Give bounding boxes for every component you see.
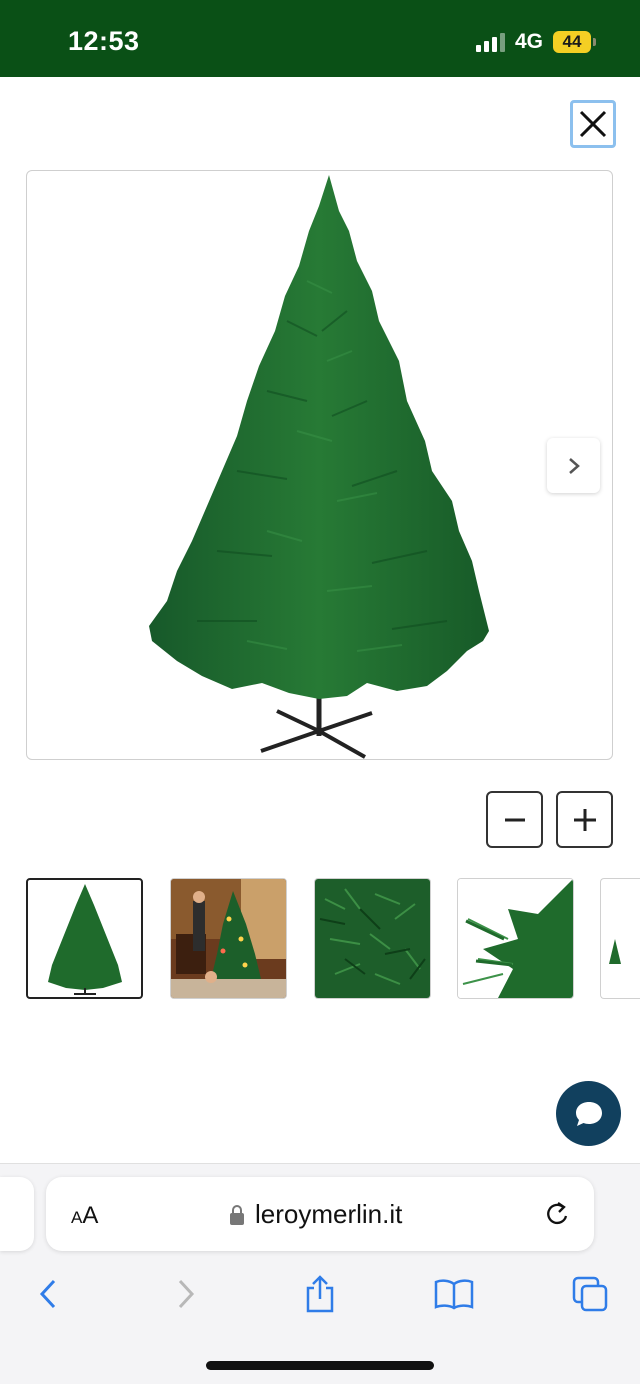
close-icon	[579, 110, 607, 138]
living-room-tree-thumbnail	[171, 879, 286, 998]
close-button[interactable]	[570, 100, 616, 148]
battery-icon: 44	[553, 31, 596, 53]
thumb-tree-living-room[interactable]	[170, 878, 287, 999]
reload-button[interactable]	[544, 1199, 572, 1234]
branch-detail-thumbnail	[458, 879, 573, 998]
status-indicators: 4G 44	[475, 30, 596, 54]
chevron-right-icon	[568, 457, 580, 474]
christmas-tree-image	[149, 175, 489, 759]
lock-icon	[230, 1204, 244, 1225]
url-display[interactable]: leroymerlin.it	[229, 1199, 402, 1230]
main-product-image[interactable]	[26, 170, 613, 760]
home-indicator[interactable]	[206, 1361, 434, 1370]
plus-icon	[573, 808, 596, 831]
previous-tab-preview[interactable]	[0, 1177, 34, 1251]
tabs-icon	[572, 1276, 608, 1312]
text-size-button[interactable]: AA	[71, 1202, 98, 1230]
share-button[interactable]	[298, 1272, 342, 1316]
christmas-tree-thumbnail	[48, 884, 122, 995]
chat-bubble-icon	[575, 1101, 602, 1126]
zoom-in-button[interactable]	[556, 791, 613, 848]
zoom-out-button[interactable]	[486, 791, 543, 848]
thumb-branches-closeup[interactable]	[314, 878, 431, 999]
signal-icon	[475, 32, 505, 52]
partial-thumbnail	[609, 939, 621, 964]
thumb-tree-full[interactable]	[26, 878, 143, 999]
status-time: 12:53	[68, 26, 140, 56]
tabs-button[interactable]	[568, 1272, 612, 1316]
address-bar[interactable]: AA leroymerlin.it	[46, 1177, 594, 1251]
thumb-branch-detail[interactable]	[457, 878, 574, 999]
url-text: leroymerlin.it	[255, 1199, 403, 1229]
thumb-partial[interactable]	[600, 878, 640, 999]
bookmarks-button[interactable]	[432, 1272, 476, 1316]
book-icon	[434, 1279, 474, 1310]
branches-closeup-thumbnail	[315, 879, 430, 998]
status-bar: 12:53 4G 44	[0, 0, 640, 77]
minus-icon	[504, 818, 525, 821]
network-type: 4G	[514, 30, 543, 53]
chevron-left-icon	[39, 1279, 56, 1309]
back-button[interactable]	[26, 1272, 70, 1316]
chat-button[interactable]	[556, 1081, 621, 1146]
forward-button[interactable]	[164, 1272, 208, 1316]
thumbnail-strip	[0, 878, 640, 1000]
reload-icon	[547, 1202, 568, 1225]
chevron-right-icon	[178, 1279, 195, 1309]
next-image-button[interactable]	[547, 438, 600, 493]
share-icon	[306, 1275, 334, 1313]
battery-level: 44	[553, 31, 591, 53]
